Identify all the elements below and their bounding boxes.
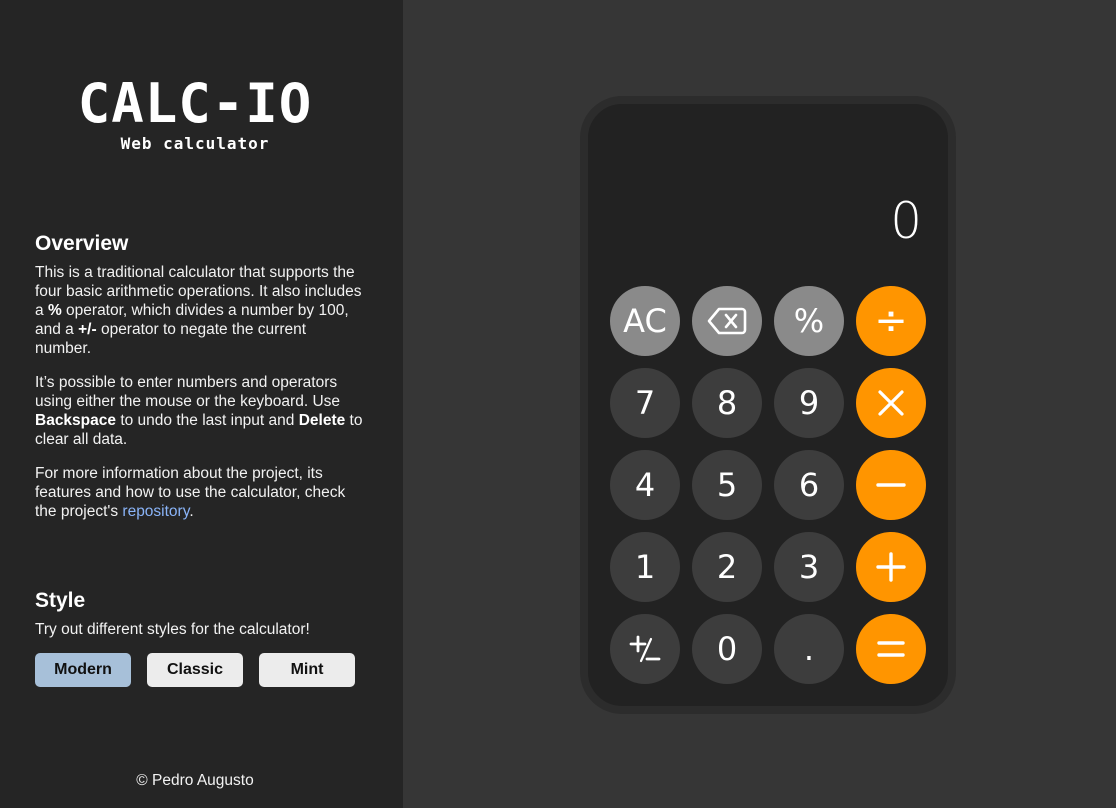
clear-button[interactable]: AC xyxy=(610,286,680,356)
six-button[interactable]: 6 xyxy=(774,450,844,520)
multiply-icon xyxy=(877,389,905,417)
style-mint-button[interactable]: Mint xyxy=(259,653,355,687)
nine-button[interactable]: 9 xyxy=(774,368,844,438)
plus-minus-icon xyxy=(629,634,661,664)
overview-p2-text-2: to undo the last input and xyxy=(116,412,299,429)
four-label: 4 xyxy=(634,466,656,504)
overview-paragraph-1: This is a traditional calculator that su… xyxy=(35,263,365,358)
eight-button[interactable]: 8 xyxy=(692,368,762,438)
overview-heading: Overview xyxy=(35,232,129,255)
calculator: 0 AC % ÷ 7 8 9 4 5 6 1 2 3 0 . xyxy=(580,96,956,714)
logo-title: CALC-IO xyxy=(77,72,313,135)
repository-link[interactable]: repository xyxy=(122,503,189,520)
one-button[interactable]: 1 xyxy=(610,532,680,602)
backspace-icon xyxy=(707,306,747,336)
seven-button[interactable]: 7 xyxy=(610,368,680,438)
logo-subtitle: Web calculator xyxy=(120,134,270,153)
logo: CALC-IO Web calculator xyxy=(0,72,390,154)
style-classic-button[interactable]: Classic xyxy=(147,653,243,687)
overview-paragraph-2: It’s possible to enter numbers and opera… xyxy=(35,373,365,449)
minus-icon xyxy=(876,482,906,488)
plus-minus-term: +/- xyxy=(78,321,97,338)
six-label: 6 xyxy=(798,466,820,504)
zero-label: 0 xyxy=(716,630,738,668)
percent-label: % xyxy=(793,302,825,340)
divide-icon: ÷ xyxy=(874,298,908,344)
plus-button[interactable] xyxy=(856,532,926,602)
clear-label: AC xyxy=(623,302,667,340)
seven-label: 7 xyxy=(634,384,656,422)
plus-minus-button[interactable] xyxy=(610,614,680,684)
decimal-label: . xyxy=(803,630,815,668)
four-button[interactable]: 4 xyxy=(610,450,680,520)
five-button[interactable]: 5 xyxy=(692,450,762,520)
style-section: Style Try out different styles for the c… xyxy=(35,589,365,687)
overview-paragraph-3: For more information about the project, … xyxy=(35,464,365,521)
style-buttons: Modern Classic Mint xyxy=(35,653,365,687)
minus-button[interactable] xyxy=(856,450,926,520)
five-label: 5 xyxy=(716,466,738,504)
calculator-display: 0 xyxy=(890,192,922,250)
two-label: 2 xyxy=(716,548,738,586)
percent-button[interactable]: % xyxy=(774,286,844,356)
style-heading: Style xyxy=(35,589,86,612)
one-label: 1 xyxy=(634,548,656,586)
overview-p3-text-2: . xyxy=(189,503,194,520)
style-description: Try out different styles for the calcula… xyxy=(35,621,310,638)
three-label: 3 xyxy=(798,548,820,586)
delete-term: Delete xyxy=(298,412,346,429)
three-button[interactable]: 3 xyxy=(774,532,844,602)
sidebar: CALC-IO Web calculator Overview This is … xyxy=(0,0,403,808)
plus-icon xyxy=(876,552,906,582)
overview-section: Overview This is a traditional calculato… xyxy=(35,232,365,536)
backspace-term: Backspace xyxy=(35,412,117,429)
style-modern-button[interactable]: Modern xyxy=(35,653,131,687)
backspace-button[interactable] xyxy=(692,286,762,356)
decimal-button[interactable]: . xyxy=(774,614,844,684)
divide-button[interactable]: ÷ xyxy=(856,286,926,356)
footer-copyright: © Pedro Augusto xyxy=(136,772,254,789)
nine-label: 9 xyxy=(798,384,820,422)
equals-icon xyxy=(877,639,905,659)
two-button[interactable]: 2 xyxy=(692,532,762,602)
overview-p2-text-1: It’s possible to enter numbers and opera… xyxy=(35,374,341,410)
equals-button[interactable] xyxy=(856,614,926,684)
percent-term: % xyxy=(47,302,62,319)
zero-button[interactable]: 0 xyxy=(692,614,762,684)
eight-label: 8 xyxy=(716,384,738,422)
multiply-button[interactable] xyxy=(856,368,926,438)
